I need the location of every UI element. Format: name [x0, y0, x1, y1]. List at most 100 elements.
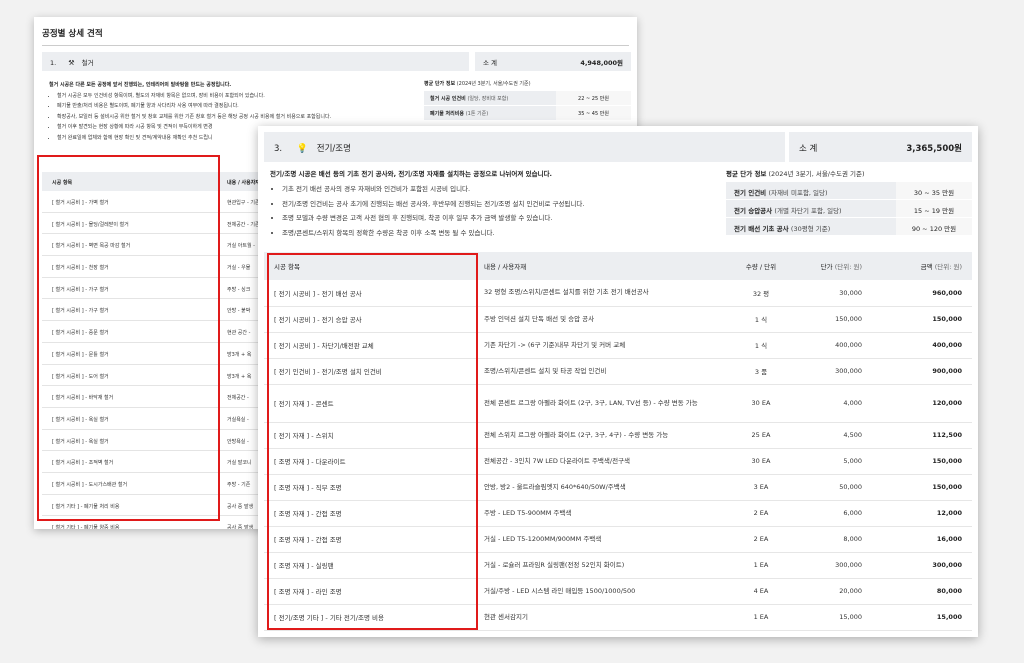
average-price-row: 전기 승압공사 (개별 차단기 포함, 일당) 15 ~ 19 만원 [726, 200, 972, 218]
table-header: 시공 항목 내용 / 사용자재 수량 / 단위 단가 (단위: 원) 금액 (단… [264, 252, 972, 280]
average-price-key: 철거 시공 인건비 [430, 96, 466, 102]
item-cell: [ 철거 시공비 ] - 가구 철거 [52, 308, 109, 315]
content-cell: 주방 - LED T5-900MM 주백색 [474, 500, 724, 527]
subtotal-label: 소 계 [799, 144, 818, 154]
table-row: [ 조명 자재 ] - 다운라이트 전체공간 - 3인치 7W LED 다운라이트… [264, 448, 972, 475]
content-cell: 거실 - LED T5-1200MM/900MM 주백색 [474, 526, 724, 553]
section-header: 3. 💡 전기/조명 [264, 132, 785, 162]
price-cell: 300,000 [798, 552, 872, 579]
qty-cell: 4 EA [724, 578, 798, 605]
amount-cell: 150,000 [872, 306, 972, 333]
subtotal-box: 소 계 4,948,000원 [475, 52, 631, 71]
item-cell: [ 전기 시공비 ] - 전기 배선 공사 [264, 280, 474, 307]
content-cell: 기존 차단기 -> (6구 기준)내부 차단기 및 커버 교체 [474, 332, 724, 359]
average-price-value: 30 ~ 35 만원 [896, 182, 972, 199]
item-cell: [ 조명 자재 ] - 라인 조명 [264, 578, 474, 605]
table-row: [ 전기 자재 ] - 스위치 전체 스위치 르그랑 아펠라 화이트 (2구, 3… [264, 422, 972, 449]
header-price-label: 단가 [820, 263, 833, 271]
content-cell: 거실 - 우물 [227, 265, 251, 272]
qty-cell: 25 EA [724, 422, 798, 449]
average-price-panel: 평균 단가 정보 (2024년 3분기, 서울/수도권 기준) 전기 인건비 (… [726, 168, 972, 236]
price-cell: 20,000 [798, 578, 872, 605]
average-price-key: 전기 인건비 [734, 189, 767, 197]
content-cell: 공사 중 발생 [227, 503, 254, 510]
content-cell: 거실 - 로슐러 프라임R 실링팬(전정 52인치 화이트) [474, 552, 724, 579]
bullet-item: 폐기물 반출/처리 비용은 별도이며, 폐기물 양과 사다리차 사용 여부에 따… [57, 101, 429, 112]
average-price-key-note: (자재비 미포함, 일당) [768, 189, 828, 197]
subtotal-label: 소 계 [483, 59, 498, 67]
item-cell: [ 조명 자재 ] - 다운라이트 [264, 448, 474, 475]
item-cell: [ 철거 시공비 ] - 중문 철거 [52, 330, 109, 337]
qty-cell: 2 EA [724, 526, 798, 553]
content-cell: 32 평형 조명/스위치/콘센트 설치를 위한 기초 전기 배선공사 [474, 280, 724, 307]
amount-cell: 900,000 [872, 358, 972, 385]
price-cell: 4,000 [798, 384, 872, 423]
price-cell: 300,000 [798, 358, 872, 385]
item-cell: [ 전기 시공비 ] - 전기 승압 공사 [264, 306, 474, 333]
amount-cell: 960,000 [872, 280, 972, 307]
item-cell: [ 철거 시공비 ] - 벽면 목공 마감 철거 [52, 243, 131, 250]
content-cell: 주방 - 싱크 [227, 286, 251, 293]
item-cell: [ 전기/조명 기타 ] - 기타 전기/조명 비용 [264, 604, 474, 631]
item-cell: [ 철거 시공비 ] - 도어 철거 [52, 373, 109, 380]
table-row: [ 조명 자재 ] - 라인 조명 거실/주방 - LED 시스템 라인 매입등 … [264, 578, 972, 605]
item-cell: [ 철거 시공비 ] - 가구 철거 [52, 286, 109, 293]
item-cell: [ 철거 시공비 ] - 몰딩/걸레받이 철거 [52, 221, 129, 228]
average-price-key-note: (개별 차단기 포함, 일당) [774, 207, 842, 215]
table-row: [ 조명 자재 ] - 간접 조명 거실 - LED T5-1200MM/900M… [264, 526, 972, 553]
qty-cell: 30 EA [724, 384, 798, 423]
item-cell: [ 철거 기타 ] - 폐기물 양중 비용 [52, 525, 120, 529]
amount-cell: 150,000 [872, 474, 972, 501]
amount-cell: 80,000 [872, 578, 972, 605]
bullet-item: 철거 시공은 모두 인건비성 항목이며, 별도의 자재비 항목은 없으며, 장비… [57, 91, 429, 102]
average-price-value: 22 ~ 25 만원 [556, 91, 631, 105]
amount-cell: 300,000 [872, 552, 972, 579]
table-body: [ 전기 시공비 ] - 전기 배선 공사 32 평형 조명/스위치/콘센트 설치… [264, 280, 972, 631]
section-title: 철거 [81, 59, 94, 67]
section-title: 전기/조명 [316, 144, 351, 154]
table-row: [ 전기/조명 기타 ] - 기타 전기/조명 비용 현관 센서감지기 1 EA 15… [264, 604, 972, 631]
average-price-key-note: (30평형 기준) [790, 225, 831, 233]
table-row: [ 전기 시공비 ] - 전기 승압 공사 주방 인덕션 설치 단독 배선 및 승… [264, 306, 972, 333]
header-qty: 수량 / 단위 [724, 252, 798, 280]
item-cell: [ 철거 시공비 ] - 조적벽 철거 [52, 460, 114, 467]
item-cell: [ 철거 시공비 ] - 욕실 철거 [52, 416, 109, 423]
subtotal-value: 3,365,500원 [906, 144, 962, 154]
price-cell: 6,000 [798, 500, 872, 527]
average-price-title: 평균 단가 정보 (2024년 3분기, 서울/수도권 기준) [726, 168, 972, 178]
price-cell: 15,000 [798, 604, 872, 631]
price-cell: 5,000 [798, 448, 872, 475]
price-cell: 8,000 [798, 526, 872, 553]
item-cell: [ 전기 인건비 ] - 전기/조명 설치 인건비 [264, 358, 474, 385]
amount-cell: 400,000 [872, 332, 972, 359]
content-cell: 주방 인덕션 설치 단독 배선 및 승압 공사 [474, 306, 724, 333]
bullet-item: 조명 모델과 수량 변경은 고객 사전 협의 후 진행되며, 착공 이후 일부 … [282, 211, 725, 226]
bullet-item: 확장공사, 보일러 등 설비시공 위한 철거 및 창호 교체를 위한 기존 창호… [57, 112, 429, 123]
item-cell: [ 전기 자재 ] - 콘센트 [264, 384, 474, 423]
price-cell: 50,000 [798, 474, 872, 501]
item-cell: [ 조명 자재 ] - 실링팬 [264, 552, 474, 579]
header-item: 시공 항목 [264, 252, 474, 280]
table-row: [ 전기 자재 ] - 콘센트 전체 콘센트 르그랑 아펠라 화이트 (2구, 3… [264, 384, 972, 423]
average-price-key: 전기 승압공사 [734, 207, 773, 215]
price-cell: 400,000 [798, 332, 872, 359]
price-cell: 4,500 [798, 422, 872, 449]
header-item: 시공 항목 [52, 180, 73, 186]
qty-cell: 1 EA [724, 552, 798, 579]
qty-cell: 30 EA [724, 448, 798, 475]
content-cell: 안방욕실 - [227, 438, 249, 445]
subtotal-value: 4,948,000원 [580, 59, 623, 67]
electrical-item-table: 시공 항목 내용 / 사용자재 수량 / 단위 단가 (단위: 원) 금액 (단… [264, 252, 972, 631]
bullet-item: 조명/콘센트/스위치 항목의 정확한 수량은 착공 이후 소폭 변동 될 수 있… [282, 226, 725, 241]
qty-cell: 3 품 [724, 358, 798, 385]
section-number: 3. [274, 144, 283, 154]
content-cell: 거실 발코니 [227, 460, 252, 467]
qty-cell: 1 식 [724, 332, 798, 359]
average-price-key-note: (1톤 기준) [465, 111, 489, 117]
average-price-key: 폐기물 처리비용 [430, 111, 464, 117]
amount-cell: 12,000 [872, 500, 972, 527]
content-cell: 전체 콘센트 르그랑 아펠라 화이트 (2구, 3구, LAN, TV선 등) … [474, 384, 724, 423]
content-cell: 전체공간 - 3인치 7W LED 다운라이트 주백색/전구색 [474, 448, 724, 475]
table-row: [ 전기 시공비 ] - 차단기/배전판 교체 기존 차단기 -> (6구 기준)… [264, 332, 972, 359]
hammer-icon: ⚒ [68, 59, 75, 67]
